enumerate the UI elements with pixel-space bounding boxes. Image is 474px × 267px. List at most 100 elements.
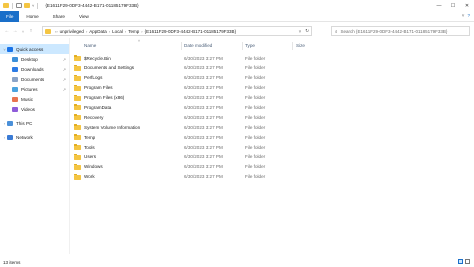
column-header-type[interactable]: Type	[245, 43, 255, 48]
file-date: 6/30/2023 3:27 PM	[184, 65, 223, 71]
table-row[interactable]: Program Files (x86) 6/30/2023 3:27 PM File…	[72, 94, 472, 104]
pin-icon: ↗	[62, 76, 66, 82]
breadcrumb-separator-icon[interactable]: ›	[125, 29, 126, 34]
desktop-icon	[12, 56, 18, 62]
file-date: 6/30/2023 3:27 PM	[184, 154, 223, 160]
sidebar-item-videos[interactable]: Videos	[0, 104, 69, 114]
column-header-date-modified[interactable]: Date modified	[184, 43, 212, 48]
sidebar-item-label: Music	[21, 96, 33, 102]
file-type: File folder	[245, 144, 266, 150]
table-row[interactable]: $Recycle.Bin 6/30/2023 3:27 PM File folder	[72, 54, 472, 64]
sidebar-item-this-pc[interactable]: › This PC	[0, 118, 69, 128]
file-name: Documents and Settings	[84, 65, 135, 71]
sidebar-item-label: Videos	[21, 106, 35, 112]
breadcrumb-separator-icon[interactable]: ›	[141, 29, 142, 34]
file-name: Program Files (x86)	[84, 95, 125, 101]
new-folder-icon[interactable]	[24, 3, 30, 8]
column-resize-handle[interactable]	[292, 42, 293, 50]
table-row[interactable]: Tools 6/30/2023 3:27 PM File folder	[72, 143, 472, 153]
breadcrumb-appdata[interactable]: AppData	[89, 29, 107, 34]
sidebar-item-documents[interactable]: Documents ↗	[0, 74, 69, 84]
close-button[interactable]: ✕	[460, 0, 474, 11]
column-resize-handle[interactable]	[242, 42, 243, 50]
file-date: 6/30/2023 3:27 PM	[184, 85, 223, 91]
column-header-size[interactable]: Size	[296, 43, 305, 48]
computer-icon	[7, 120, 13, 126]
refresh-icon[interactable]: ↻	[305, 28, 309, 34]
tab-view[interactable]: View	[72, 11, 96, 22]
tab-share[interactable]: Share	[46, 11, 72, 22]
file-list-pane: ˄ Name Date modified Type Size $Recycle.…	[72, 38, 472, 254]
ribbon-right-controls: ˅ ?	[462, 13, 470, 18]
folder-icon	[74, 55, 81, 61]
table-row[interactable]: Work 6/30/2023 3:27 PM File folder	[72, 173, 472, 183]
column-headers: ˄ Name Date modified Type Size	[72, 39, 472, 51]
expand-ribbon-icon[interactable]: ˅	[462, 13, 465, 18]
downloads-icon	[12, 66, 18, 72]
forward-button[interactable]: →	[11, 26, 19, 36]
back-button[interactable]: ←	[3, 26, 11, 36]
maximize-button[interactable]: ☐	[446, 0, 460, 11]
table-row[interactable]: System Volume Information 6/30/2023 3:27 …	[72, 123, 472, 133]
sidebar-item-music[interactable]: Music	[0, 94, 69, 104]
column-resize-handle[interactable]	[181, 42, 182, 50]
pin-icon: ↗	[62, 66, 66, 72]
table-row[interactable]: PerfLogs 6/30/2023 3:27 PM File folder	[72, 74, 472, 84]
tab-file[interactable]: File	[0, 10, 20, 22]
sidebar-item-network[interactable]: › Network	[0, 132, 69, 142]
file-date: 6/30/2023 3:27 PM	[184, 104, 223, 110]
sidebar-item-desktop[interactable]: Desktop ↗	[0, 54, 69, 64]
column-header-name[interactable]: Name	[84, 43, 96, 48]
breadcrumb-unprivileged[interactable]: unprivileged	[60, 29, 84, 34]
search-input[interactable]: ⌕ Search {E1611F29-0DF3-4442-B171-011851…	[331, 26, 470, 36]
search-icon: ⌕	[335, 28, 338, 34]
table-row[interactable]: Windows 6/30/2023 3:27 PM File folder	[72, 163, 472, 173]
tab-home[interactable]: Home	[19, 11, 45, 22]
help-icon[interactable]: ?	[467, 13, 470, 18]
sidebar-item-quick-access[interactable]: ˅ Quick access	[0, 44, 69, 54]
file-date: 6/30/2023 3:27 PM	[184, 95, 223, 101]
breadcrumb-separator-icon[interactable]: ›	[109, 29, 110, 34]
file-name: ProgramData	[84, 104, 112, 110]
breadcrumb-current-folder[interactable]: {E1611F29-0DF3-4442-B171-01185179F33B}	[145, 29, 236, 34]
table-row[interactable]: ProgramData 6/30/2023 3:27 PM File folder	[72, 103, 472, 113]
file-date: 6/30/2023 3:27 PM	[184, 134, 223, 140]
table-row[interactable]: Users 6/30/2023 3:27 PM File folder	[72, 153, 472, 163]
table-row[interactable]: Temp 6/30/2023 3:27 PM File folder	[72, 133, 472, 143]
large-icons-view-icon[interactable]	[465, 259, 470, 264]
details-view-icon[interactable]	[458, 259, 463, 264]
file-type: File folder	[245, 95, 266, 101]
view-switcher	[458, 259, 470, 264]
item-count: 13 items	[3, 259, 21, 265]
file-name: Work	[84, 174, 95, 180]
pane-divider[interactable]	[69, 38, 70, 254]
music-icon	[12, 96, 18, 102]
table-row[interactable]: Recovery 6/30/2023 3:27 PM File folder	[72, 113, 472, 123]
breadcrumb-separator-icon[interactable]: ›	[86, 29, 87, 34]
address-history-chevron-icon[interactable]: ˅	[299, 29, 302, 34]
file-name: $Recycle.Bin	[84, 55, 111, 61]
ribbon-tabs: File Home Share View ˅ ?	[0, 10, 474, 22]
up-button[interactable]: ↑	[27, 26, 35, 36]
file-type: File folder	[245, 154, 266, 160]
address-bar[interactable]: ›› unprivileged › AppData › Local › Temp…	[42, 26, 312, 36]
sidebar-item-pictures[interactable]: Pictures ↗	[0, 84, 69, 94]
address-actions: ˅ ↻	[299, 27, 309, 35]
minimize-button[interactable]: —	[432, 0, 446, 11]
customize-toolbar-chevron-icon[interactable]: ˅	[32, 3, 34, 8]
properties-icon[interactable]	[16, 3, 22, 8]
file-name: Temp	[84, 134, 96, 140]
table-row[interactable]: Documents and Settings 6/30/2023 3:27 PM F…	[72, 64, 472, 74]
window-title: {E1611F29-0DF3-4442-B171-01185179F33B}	[45, 3, 139, 8]
star-icon	[7, 46, 13, 52]
quick-access-toolbar: ˅	[0, 0, 39, 11]
toolbar-divider	[37, 2, 39, 9]
sidebar-item-downloads[interactable]: Downloads ↗	[0, 64, 69, 74]
breadcrumb-local[interactable]: Local	[112, 29, 123, 34]
documents-icon	[12, 76, 18, 82]
breadcrumb-temp[interactable]: Temp	[128, 29, 139, 34]
status-bar: 13 items	[0, 257, 474, 267]
folder-icon	[74, 94, 81, 101]
recent-locations-button[interactable]: ˅	[19, 26, 27, 36]
table-row[interactable]: Program Files 6/30/2023 3:27 PM File folde…	[72, 84, 472, 94]
